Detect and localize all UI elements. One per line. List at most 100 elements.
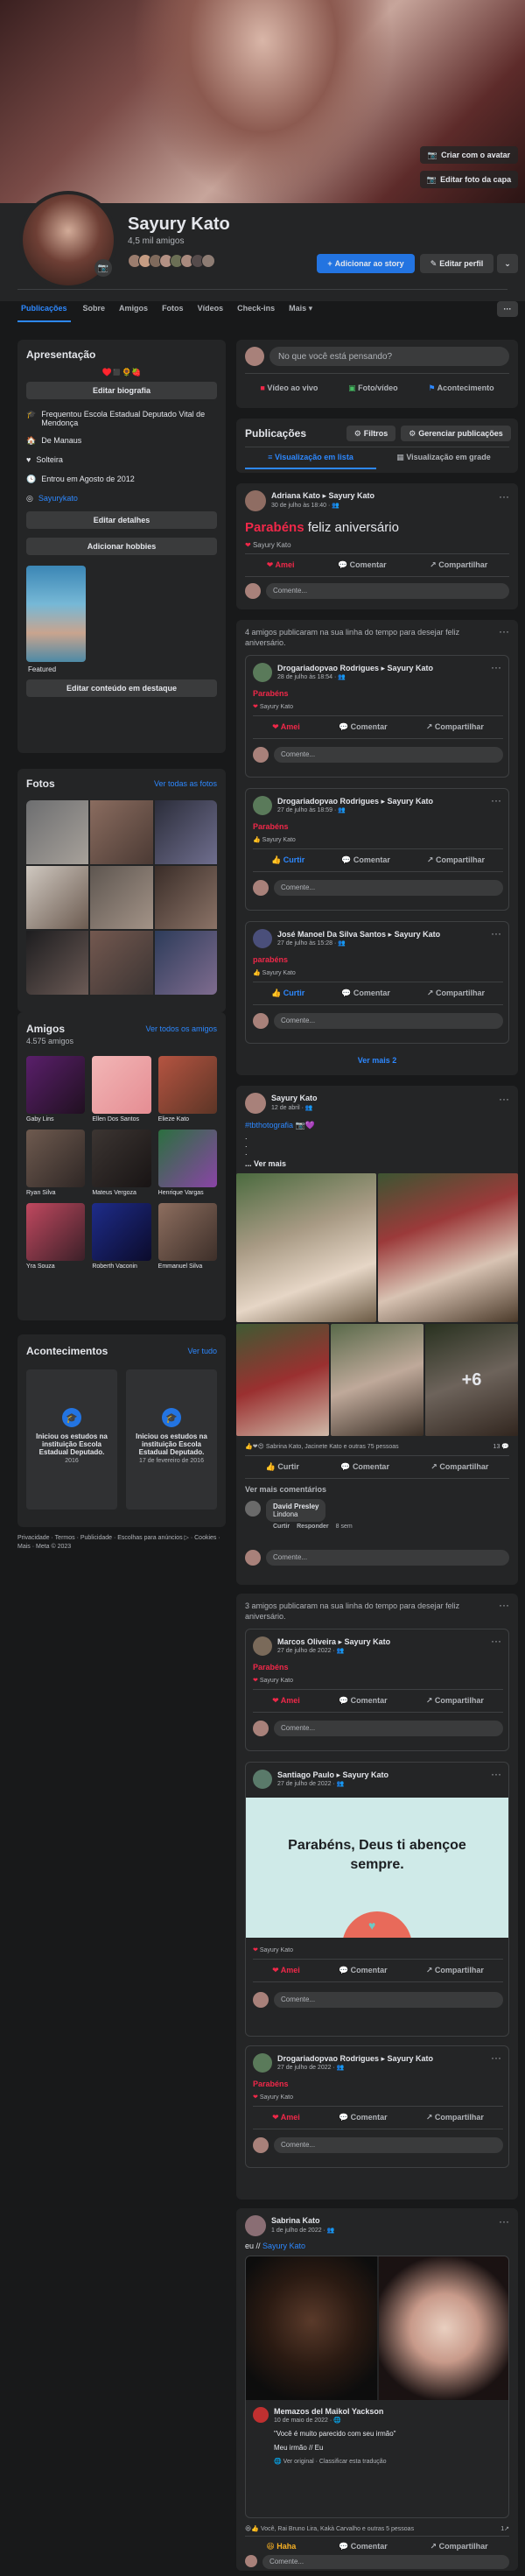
post-date[interactable]: 27 de julho de 2022 · 👥 <box>277 2064 344 2071</box>
see-all-friends-link[interactable]: Ver todos os amigos <box>145 1024 217 1033</box>
share-button[interactable]: ↗ Compartilhar <box>426 2113 484 2122</box>
author-avatar[interactable] <box>245 1093 266 1114</box>
live-video-button[interactable]: ■ Vídeo ao vivo <box>255 378 323 398</box>
share-button[interactable]: ↗ Compartilhar <box>430 2542 488 2551</box>
comment-input[interactable]: Comente... <box>274 880 503 896</box>
post-date[interactable]: 27 de julho de 2022 · 👥 <box>277 1647 344 1654</box>
post-date[interactable]: 30 de julho às 18:40 · 👥 <box>271 502 340 509</box>
composer-input[interactable]: No que você está pensando? <box>270 347 509 366</box>
edit-cover-button[interactable]: 📷 Editar foto da capa <box>420 171 518 188</box>
featured-photo[interactable] <box>26 566 86 662</box>
like-button[interactable]: 👍 Curtir <box>266 1462 299 1472</box>
shared-post[interactable]: Memazos del Maikol Yackson 10 de maio de… <box>245 2256 509 2518</box>
post-options-icon[interactable]: ··· <box>491 1768 501 1780</box>
post-author[interactable]: José Manoel Da Silva Santos ▸ Sayury Kat… <box>277 930 440 940</box>
see-all-events-link[interactable]: Ver tudo <box>187 1347 217 1355</box>
photo-thumb[interactable] <box>90 865 153 930</box>
friend-tile[interactable]: Emmanuel Silva <box>158 1203 217 1270</box>
edit-featured-button[interactable]: Editar conteúdo em destaque <box>26 679 217 697</box>
comment-button[interactable]: 💬 Comentar <box>339 722 388 732</box>
post-date[interactable]: 27 de julho de 2022 · 👥 <box>277 1780 344 1787</box>
love-button[interactable]: ❤ Amei <box>272 722 300 732</box>
reactions-summary[interactable]: 😆👍 Você, Rai Bruno Lira, Kakà Carvalho e… <box>245 2525 414 2532</box>
post-date[interactable]: 1 de julho de 2022 · 👥 <box>271 2227 335 2234</box>
see-more-link[interactable]: Ver mais 2 <box>236 1056 518 1065</box>
photo-collage[interactable]: +6 <box>236 1173 518 1436</box>
friend-tile[interactable]: Ryan Silva <box>26 1130 86 1196</box>
tabs-more-button[interactable]: ··· <box>497 301 518 317</box>
comment-button[interactable]: 💬 Comentar <box>339 1966 388 1975</box>
comment-button[interactable]: 💬 Comentar <box>341 989 390 998</box>
manage-posts-button[interactable]: ⚙ Gerenciar publicações <box>401 426 511 441</box>
share-button[interactable]: ↗ Compartilhar <box>427 855 485 865</box>
see-all-photos-link[interactable]: Ver todas as fotos <box>154 779 217 788</box>
friend-tile[interactable]: Roberth Vaconin <box>92 1203 151 1270</box>
post-options-icon[interactable]: ··· <box>491 2052 501 2064</box>
tab-posts[interactable]: Publicações <box>18 301 71 322</box>
friend-tile[interactable]: Ellen Dos Santos <box>92 1056 151 1123</box>
shared-author[interactable]: Memazos del Maikol Yackson <box>274 2407 383 2416</box>
life-event-button[interactable]: ⚑ Acontecimento <box>423 378 499 398</box>
photo-video-button[interactable]: ▣ Foto/vídeo <box>343 378 403 398</box>
share-button[interactable]: ↗ Compartilhar <box>427 989 485 998</box>
avatar-camera-button[interactable]: 📷 <box>94 259 112 277</box>
haha-button[interactable]: 😆 Haha <box>266 2542 296 2551</box>
post-hashtag[interactable]: #tbthotografia 📷💜 <box>245 1121 315 1130</box>
more-photos-overlay[interactable]: +6 <box>425 1324 518 1436</box>
photo-thumb[interactable] <box>26 800 89 864</box>
author-avatar[interactable] <box>253 796 272 815</box>
photo-thumb[interactable] <box>154 800 217 864</box>
comment-input[interactable]: Comente... <box>266 583 509 599</box>
post-date[interactable]: 28 de julho às 18:54 · 👥 <box>277 673 346 680</box>
reactions-summary[interactable]: 👍❤😍 Sabrina Kato, Jacinete Kato e outras… <box>245 1443 399 1450</box>
friend-tile[interactable]: Yra Souza <box>26 1203 86 1270</box>
reactions-summary[interactable]: ❤ Sayury Kato <box>253 1946 293 1953</box>
comment-like-link[interactable]: Curtir <box>273 1524 290 1530</box>
edit-details-button[interactable]: Editar detalhes <box>26 511 217 529</box>
list-view-tab[interactable]: ≡ Visualização em lista <box>245 448 376 469</box>
comment-input[interactable]: Comente... <box>262 2555 509 2569</box>
tab-about[interactable]: Sobre <box>81 301 108 322</box>
like-button[interactable]: 👍 Curtir <box>271 855 304 865</box>
post-author[interactable]: Marcos Oliveira ▸ Sayury Kato <box>277 1637 390 1647</box>
post-author[interactable]: Drogariadopvao Rodrigues ▸ Sayury Kato <box>277 2054 433 2064</box>
author-avatar[interactable] <box>253 1636 272 1656</box>
translation-link[interactable]: 🌐 Ver original · Classificar esta traduç… <box>274 2458 387 2465</box>
post-author[interactable]: Drogariadopvao Rodrigues ▸ Sayury Kato <box>277 664 433 673</box>
share-button[interactable]: ↗ Compartilhar <box>426 1966 484 1975</box>
comment-count[interactable]: 13 💬 <box>494 1443 509 1450</box>
post-options-icon[interactable]: ··· <box>491 661 501 673</box>
author-avatar[interactable] <box>245 490 266 511</box>
comment-button[interactable]: 💬 Comentar <box>338 560 387 570</box>
post-author[interactable]: Santiago Paulo ▸ Sayury Kato <box>277 1770 388 1780</box>
share-button[interactable]: ↗ Compartilhar <box>426 1696 484 1706</box>
friend-tile[interactable]: Elieze Kato <box>158 1056 217 1123</box>
tab-friends[interactable]: Amigos <box>117 301 150 322</box>
post-options-icon[interactable]: ··· <box>491 927 501 940</box>
reactions-summary[interactable]: ❤ Sayury Kato <box>253 1677 293 1684</box>
author-avatar[interactable] <box>253 663 272 682</box>
share-button[interactable]: ↗ Compartilhar <box>426 722 484 732</box>
event-item[interactable]: 🎓 Iniciou os estudos na instituição Esco… <box>126 1369 217 1510</box>
reactions-summary[interactable]: ❤ Sayury Kato <box>253 703 293 710</box>
comment-reply-link[interactable]: Responder <box>297 1524 329 1530</box>
edit-bio-button[interactable]: Editar biografia <box>26 382 217 399</box>
comment-button[interactable]: 💬 Comentar <box>341 855 390 865</box>
friend-tile[interactable]: Gaby Lins <box>26 1056 86 1123</box>
love-button[interactable]: ❤ Amei <box>272 1966 300 1975</box>
post-options-icon[interactable]: ··· <box>499 1093 509 1105</box>
post-options-icon[interactable]: ··· <box>499 2215 509 2228</box>
photo-thumb[interactable] <box>90 931 153 995</box>
post-date[interactable]: 27 de julho às 15:28 · 👥 <box>277 940 346 947</box>
tab-checkins[interactable]: Check-ins <box>235 301 276 322</box>
event-item[interactable]: 🎓 Iniciou os estudos na instituição Esco… <box>26 1369 117 1510</box>
tab-videos[interactable]: Vídeos <box>196 301 226 322</box>
create-avatar-button[interactable]: 📷 Criar com o avatar <box>420 146 518 164</box>
author-avatar[interactable] <box>245 2215 266 2236</box>
love-button[interactable]: ❤ Amei <box>272 2113 300 2122</box>
tab-photos[interactable]: Fotos <box>160 301 186 322</box>
edit-profile-button[interactable]: ✎ Editar perfil <box>420 254 494 273</box>
friends-count[interactable]: 4,5 mil amigos <box>128 236 184 246</box>
photo-thumb[interactable] <box>90 800 153 864</box>
tagged-user-link[interactable]: Sayury Kato <box>262 2242 305 2250</box>
